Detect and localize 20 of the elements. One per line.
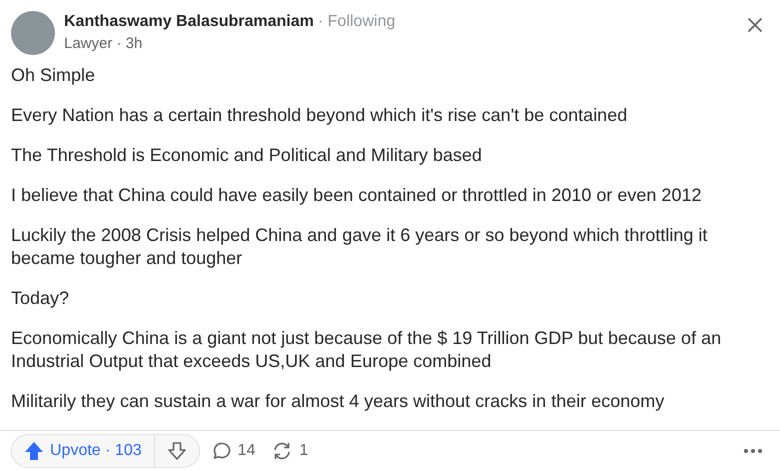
- paragraph: Militarily they can sustain a war for almost 4 years without cracks in their economy: [11, 390, 666, 413]
- follow-status[interactable]: · Following: [318, 11, 396, 33]
- paragraph: Economically China is a giant not just because of the $ 19 Trillion GDP but because of an Industrial Output that exceeds US,UK and Europe combined: [11, 327, 722, 373]
- author-name[interactable]: Kanthaswamy Balasubramaniam: [64, 11, 314, 33]
- paragraph: The Threshold is Economic and Political and Military based: [11, 144, 483, 167]
- more-icon: [743, 448, 763, 454]
- paragraph: Today?: [11, 287, 70, 310]
- share-button[interactable]: 1: [271, 439, 308, 463]
- avatar[interactable]: [11, 11, 55, 55]
- speech-bubble-icon: [212, 441, 232, 461]
- up-arrow-icon: [24, 441, 44, 461]
- paragraph: I believe that China could have easily been contained or throttled in 2010 or even 2012: [11, 184, 702, 207]
- close-icon[interactable]: [747, 17, 763, 33]
- down-arrow-icon: [166, 441, 187, 461]
- author-credential: Lawyer · 3h: [64, 34, 144, 54]
- paragraph: Oh Simple: [11, 64, 96, 87]
- more-options-button[interactable]: [743, 448, 763, 454]
- paragraph: Luckily the 2008 Crisis helped China and gave it 6 years or so beyond which throttling it became tougher and tougher: [11, 224, 708, 270]
- paragraph: Every Nation has a certain threshold beyond which it's rise can't be contained: [11, 104, 628, 127]
- comment-button[interactable]: 14: [212, 439, 256, 463]
